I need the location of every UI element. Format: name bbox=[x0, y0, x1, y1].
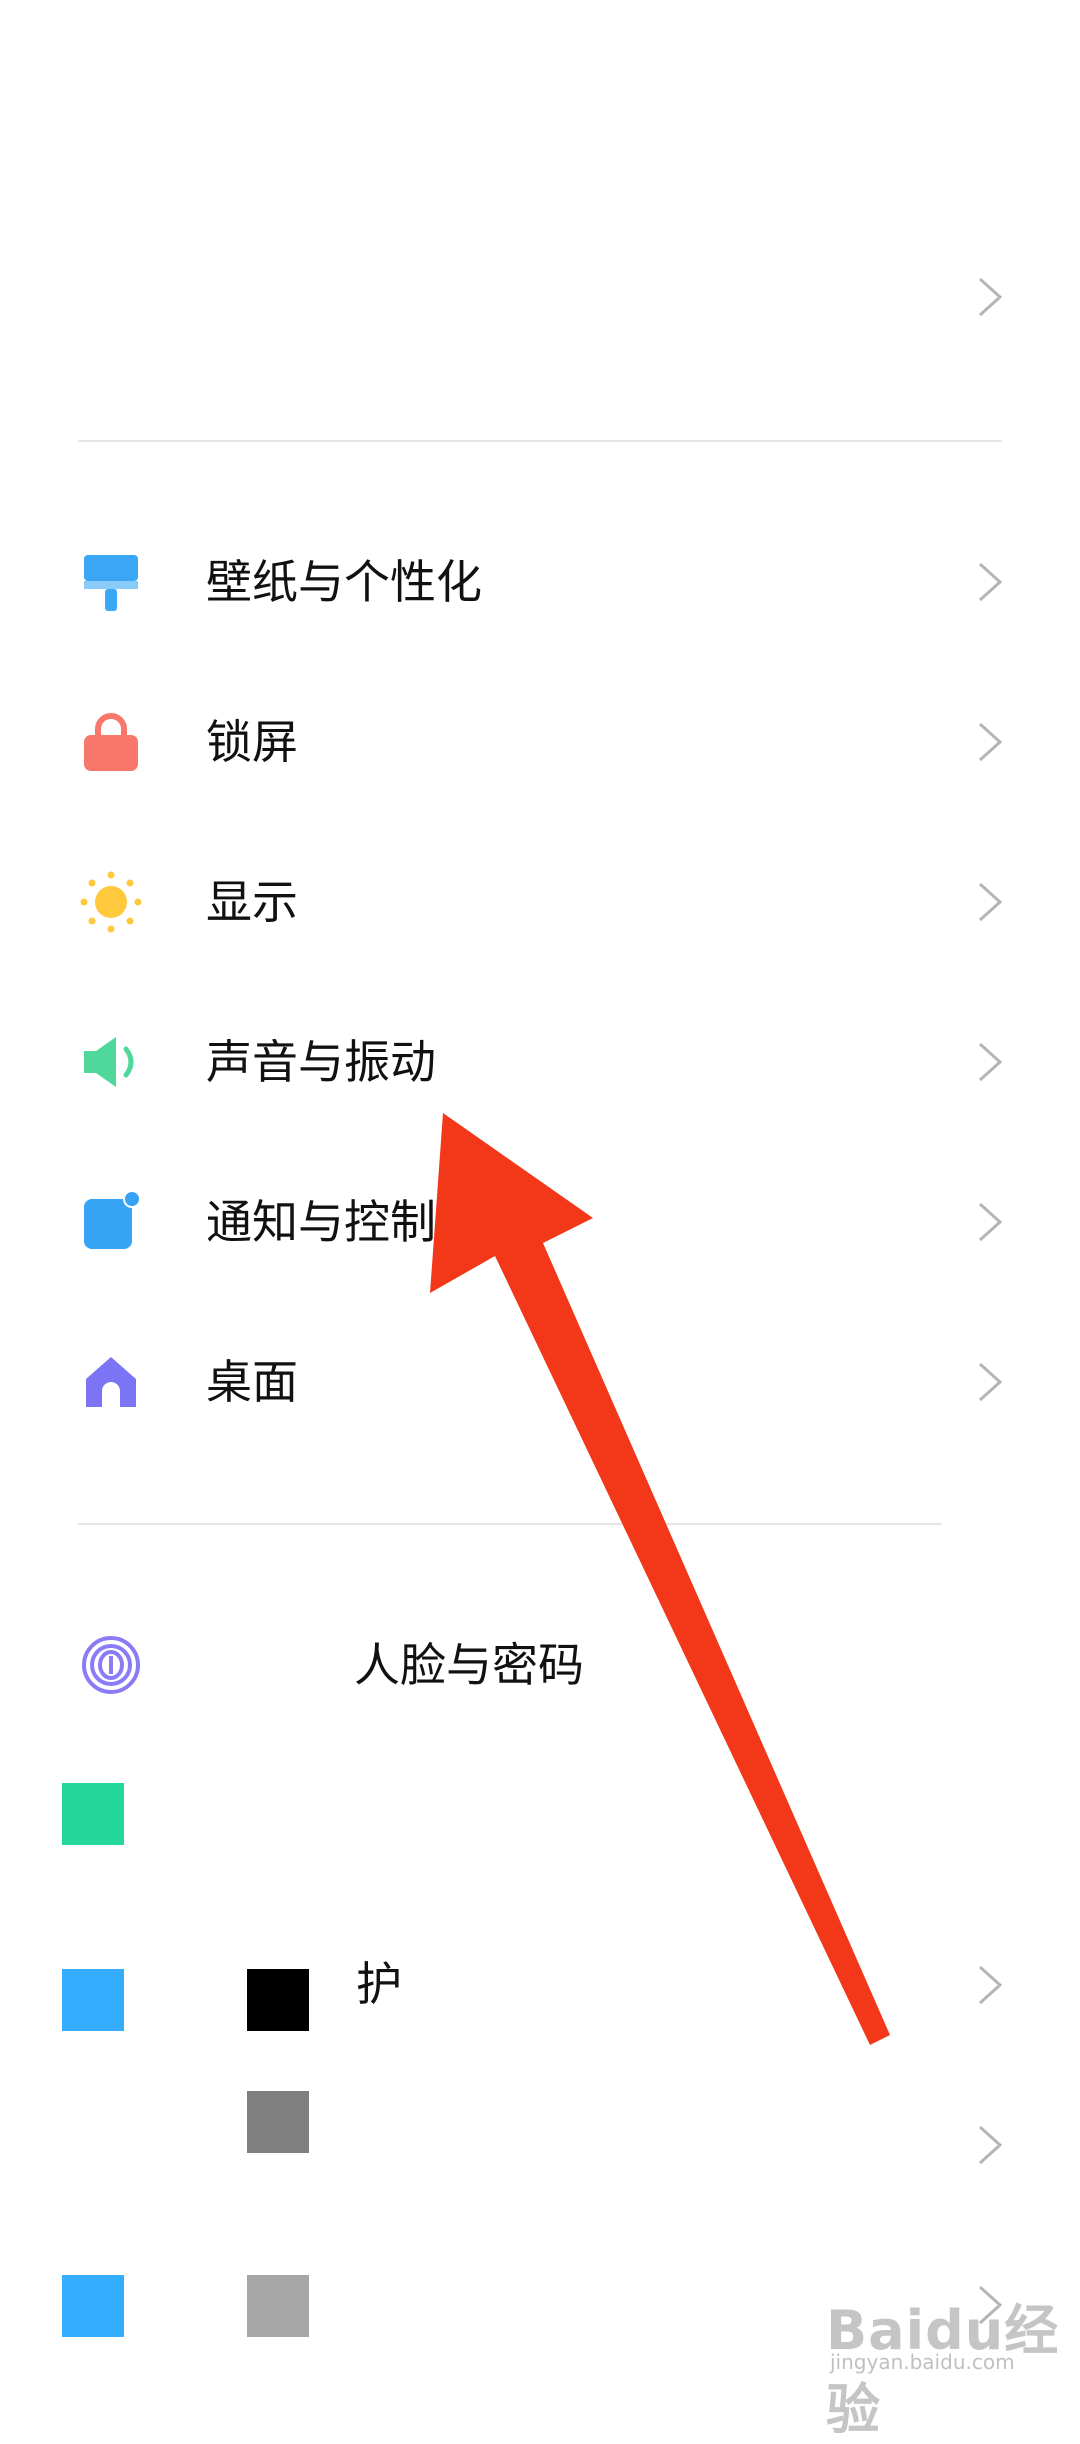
watermark: Baidu经验 jingyan.baidu.com bbox=[822, 2278, 1062, 2441]
watermark-url: jingyan.baidu.com bbox=[830, 2350, 1015, 2374]
annotation-arrow bbox=[430, 1113, 890, 2045]
annotation-arrow-shape bbox=[430, 1113, 890, 2045]
